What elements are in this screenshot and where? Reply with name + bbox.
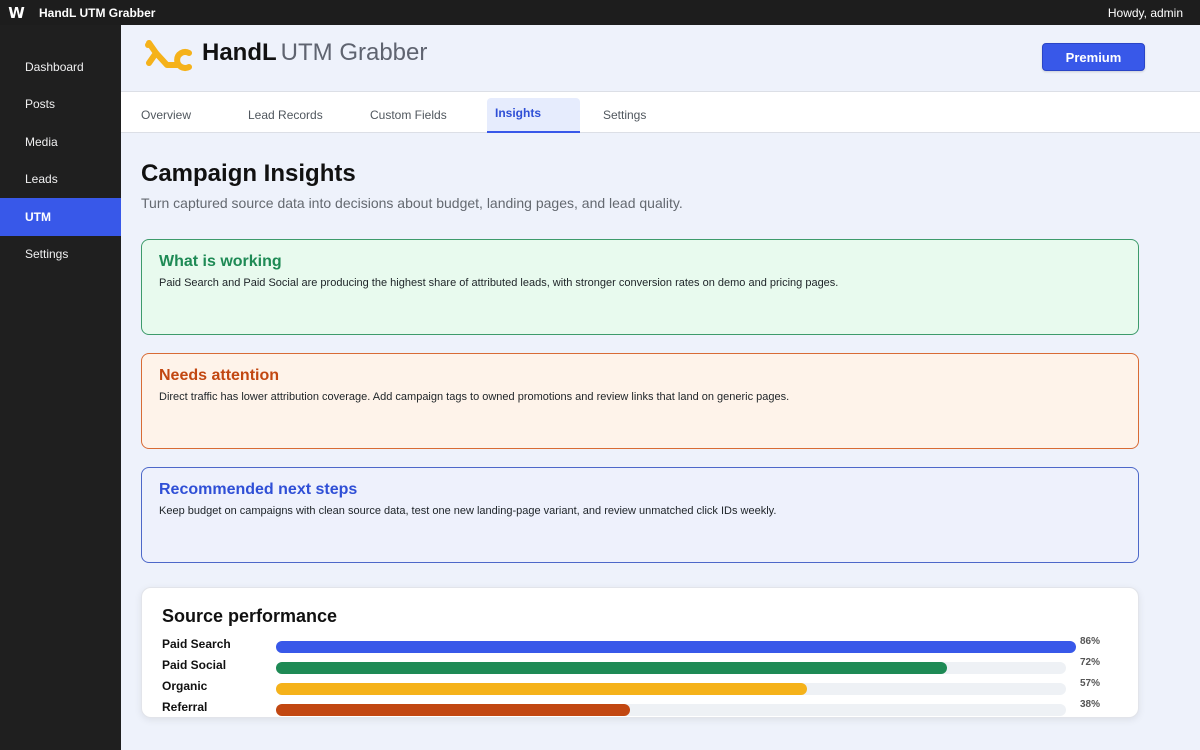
insight-card-body: Keep budget on campaigns with clean sour… xyxy=(159,505,777,517)
performance-bar-fill xyxy=(276,662,947,674)
tab-settings[interactable]: Settings xyxy=(603,98,646,132)
performance-bar-fill xyxy=(276,641,1076,653)
sidebar-item-posts[interactable]: Posts xyxy=(0,86,121,124)
sidebar-menu: Dashboard Posts Media Leads UTM Settings xyxy=(0,25,121,273)
performance-row-label: Organic xyxy=(162,679,208,693)
source-performance-title: Source performance xyxy=(162,606,338,626)
performance-row-value: 86% xyxy=(1080,636,1101,647)
source-performance-card: Source performance Paid Search 86% Paid So… xyxy=(141,587,1139,718)
insight-card-body: Paid Search and Paid Social are producin… xyxy=(159,277,839,289)
page-subtitle: Turn captured source data into decisions… xyxy=(141,195,683,211)
performance-bar-fill xyxy=(276,704,630,716)
performance-row-value: 57% xyxy=(1080,678,1101,689)
insight-card-body: Direct traffic has lower attribution cov… xyxy=(159,391,790,403)
insight-card-good: What is working Paid Search and Paid Soci… xyxy=(141,239,1139,335)
admin-sidebar: Dashboard Posts Media Leads UTM Settings xyxy=(0,25,121,750)
sidebar-item-utm[interactable]: UTM xyxy=(0,198,121,236)
performance-row: Organic 57% xyxy=(162,676,1112,697)
insight-card-title: What is working xyxy=(159,253,282,270)
performance-row-value: 72% xyxy=(1080,657,1101,668)
performance-row-value: 38% xyxy=(1080,699,1101,710)
main-content: HandL UTM Grabber Premium Overview Lead Re… xyxy=(121,25,1200,750)
performance-row-label: Paid Social xyxy=(162,658,227,672)
performance-bar-track xyxy=(276,704,1066,716)
insight-card-warn: Needs attention Direct traffic has lower … xyxy=(141,353,1139,449)
admin-bar: W HandL UTM Grabber Howdy, admin xyxy=(0,0,1200,25)
sidebar-item-media[interactable]: Media xyxy=(0,123,121,161)
tab-insights[interactable]: Insights xyxy=(487,98,580,133)
sidebar-item-dashboard[interactable]: Dashboard xyxy=(0,48,121,86)
performance-row-label: Paid Search xyxy=(162,637,231,651)
page-title: Campaign Insights xyxy=(141,160,356,187)
insight-card-title: Recommended next steps xyxy=(159,481,358,498)
plugin-brand: HandL UTM Grabber xyxy=(202,39,427,67)
premium-button[interactable]: Premium xyxy=(1042,43,1145,71)
performance-row-label: Referral xyxy=(162,700,208,714)
sidebar-item-leads[interactable]: Leads xyxy=(0,161,121,199)
performance-row: Paid Search 86% xyxy=(162,634,1112,655)
performance-bar-fill xyxy=(276,683,807,695)
performance-bar-track xyxy=(276,683,1066,695)
performance-bar-track xyxy=(276,641,1076,653)
wordpress-logo-icon[interactable]: W xyxy=(0,0,33,25)
performance-row: Paid Social 72% xyxy=(162,655,1112,676)
plugin-tabs: Overview Lead Records Custom Fields Insight… xyxy=(121,91,1200,133)
insights-content: Campaign Insights Turn captured source d… xyxy=(141,160,1139,718)
brand-name: HandL xyxy=(202,39,277,66)
plugin-header: HandL UTM Grabber Premium xyxy=(121,25,1200,91)
howdy-user-menu[interactable]: Howdy, admin xyxy=(1108,6,1183,20)
performance-bar-track xyxy=(276,662,1066,674)
tab-lead-records[interactable]: Lead Records xyxy=(248,98,323,132)
site-name-link[interactable]: HandL UTM Grabber xyxy=(39,6,155,20)
brand-product: UTM Grabber xyxy=(280,39,428,66)
insight-card-next: Recommended next steps Keep budget on cam… xyxy=(141,467,1139,563)
handl-logo-icon xyxy=(145,40,192,71)
tab-custom-fields[interactable]: Custom Fields xyxy=(370,98,447,132)
tab-overview[interactable]: Overview xyxy=(141,98,191,132)
sidebar-item-settings[interactable]: Settings xyxy=(0,236,121,274)
insight-card-title: Needs attention xyxy=(159,367,280,384)
performance-row: Referral 38% xyxy=(162,697,1112,718)
